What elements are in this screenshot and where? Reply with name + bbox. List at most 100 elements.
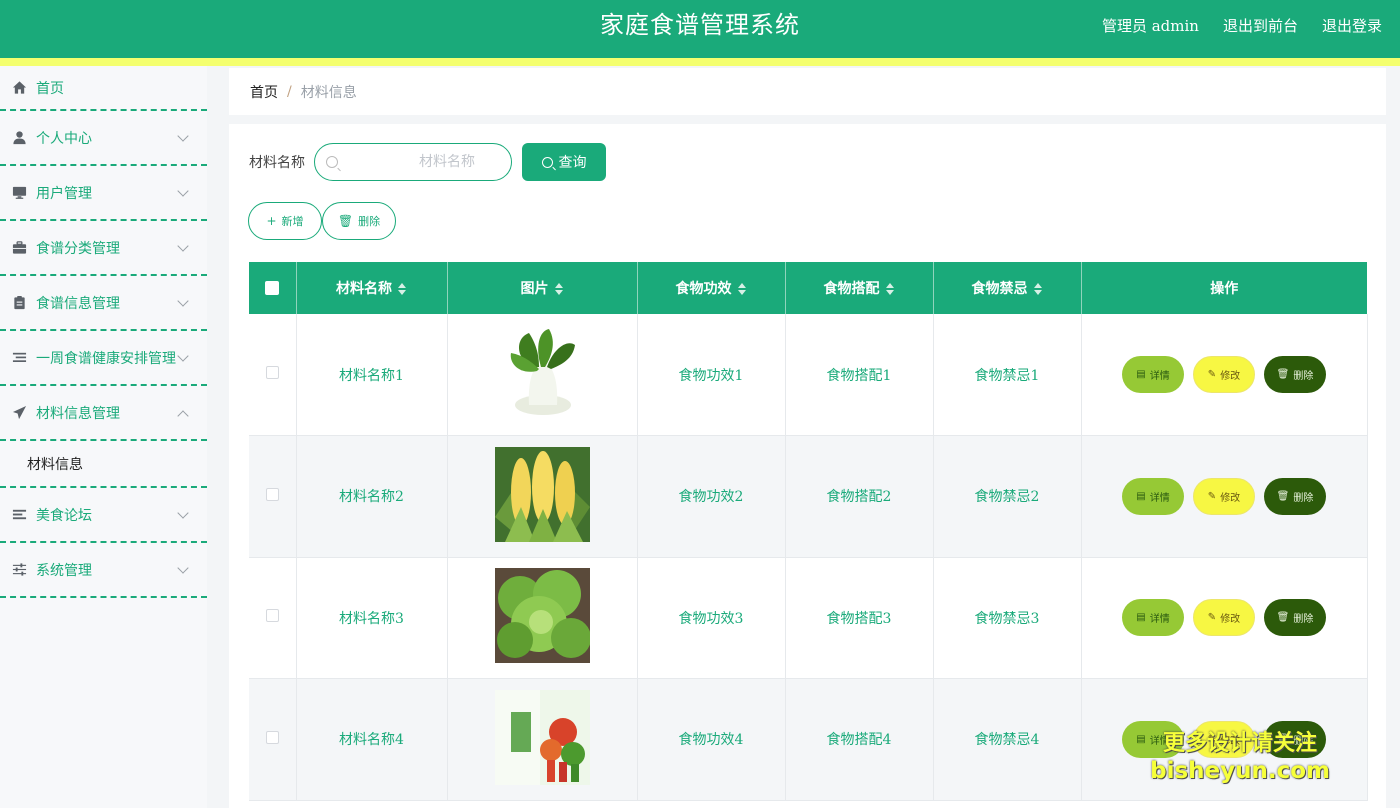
logout-link[interactable]: 退出登录	[1322, 15, 1382, 36]
cell-effect: 食物功效3	[637, 557, 786, 679]
briefcase-icon	[11, 240, 27, 256]
delete-button[interactable]: 🗑 删除	[1264, 356, 1326, 393]
search-icon	[326, 156, 338, 168]
sidebar-item-label: 用户管理	[36, 185, 92, 202]
column-header-effect[interactable]: 食物功效	[637, 262, 786, 314]
row-checkbox[interactable]	[265, 487, 279, 501]
column-header-operations: 操作	[1081, 262, 1367, 314]
cell-taboo: 食物禁忌3	[933, 557, 1082, 679]
add-button-label: 新增	[281, 215, 304, 228]
select-all-checkbox[interactable]	[265, 281, 280, 295]
material-image-lettuce	[494, 568, 590, 664]
batch-delete-button[interactable]: 🗑 删除	[322, 202, 396, 240]
document-icon: ▤	[1136, 369, 1146, 380]
detail-button[interactable]: ▤ 详情	[1122, 599, 1184, 637]
trash-icon: 🗑	[1276, 369, 1290, 380]
material-image-bok-choy	[494, 325, 590, 420]
document-icon: ▤	[1136, 733, 1146, 745]
sort-icon[interactable]	[554, 283, 564, 295]
column-header-image[interactable]: 图片	[447, 262, 638, 314]
sidebar-item-recipe-category[interactable]: 食谱分类管理	[0, 221, 207, 276]
cell-pairing: 食物搭配1	[785, 314, 934, 436]
query-button[interactable]: 查询	[522, 143, 606, 181]
trash-icon: 🗑	[1276, 490, 1290, 502]
monitor-icon	[11, 185, 27, 201]
sidebar-item-label: 食谱分类管理	[36, 240, 120, 257]
sidebar-item-food-forum[interactable]: 美食论坛	[0, 488, 207, 543]
chevron-down-icon	[177, 239, 189, 252]
column-header-name[interactable]: 材料名称	[296, 262, 448, 314]
sidebar-item-user-management[interactable]: 用户管理	[0, 166, 207, 221]
sidebar-item-system-management[interactable]: 系统管理	[0, 543, 207, 598]
user-icon	[11, 130, 27, 146]
sort-icon[interactable]	[1033, 283, 1043, 295]
sidebar-item-home[interactable]: 首页	[0, 66, 207, 111]
edit-icon: ✎	[1207, 612, 1217, 624]
add-button[interactable]: + 新增	[248, 202, 322, 240]
current-user: 管理员 admin	[1101, 16, 1199, 35]
sidebar-item-label: 首页	[36, 80, 64, 97]
exit-to-front-link[interactable]: 退出到前台	[1223, 15, 1298, 36]
sidebar-item-label: 材料信息管理	[36, 405, 120, 422]
row-checkbox[interactable]	[265, 730, 279, 744]
cell-taboo: 食物禁忌2	[933, 435, 1082, 558]
forum-icon	[11, 507, 27, 523]
sidebar-item-label: 系统管理	[36, 562, 92, 579]
sidebar-item-label: 一周食谱健康安排管理	[36, 350, 176, 367]
row-checkbox[interactable]	[265, 366, 279, 379]
cell-pairing: 食物搭配2	[785, 435, 934, 558]
top-header: 家庭食谱管理系统 管理员 admin 退出到前台 退出登录	[0, 0, 1400, 58]
table-row: 材料名称3 食物功效3 食物搭配3 食物禁忌3 ▤ 详情 ✎ 修改 🗑 删除	[249, 557, 1368, 679]
sort-icon[interactable]	[398, 283, 407, 295]
edit-button[interactable]: ✎ 修改	[1193, 599, 1255, 637]
search-input[interactable]	[343, 144, 503, 180]
cell-taboo: 食物禁忌4	[933, 678, 1082, 801]
edit-icon: ✎	[1207, 490, 1217, 502]
column-header-pairing[interactable]: 食物搭配	[785, 262, 934, 314]
search-box	[314, 143, 512, 181]
sidebar-item-label: 个人中心	[36, 130, 92, 147]
breadcrumb-home-link[interactable]: 首页	[250, 82, 278, 102]
sort-icon[interactable]	[737, 283, 747, 295]
watermark-line1: 更多设计请关注	[1163, 731, 1318, 756]
action-toolbar: + 新增 🗑 删除	[248, 202, 396, 240]
cell-pairing: 食物搭配4	[785, 678, 934, 801]
chevron-down-icon	[177, 184, 189, 197]
sidebar-item-weekly-plan[interactable]: 一周食谱健康安排管理	[0, 331, 207, 386]
detail-button[interactable]: ▤ 详情	[1122, 356, 1184, 393]
cell-name: 材料名称3	[296, 557, 448, 679]
clipboard-icon	[11, 295, 27, 311]
sidebar-subitem-label: 材料信息	[27, 456, 83, 473]
chevron-down-icon	[177, 561, 189, 574]
sort-icon[interactable]	[885, 283, 895, 295]
delete-button[interactable]: 🗑 删除	[1264, 599, 1326, 637]
header-accent-stripe	[0, 58, 1400, 66]
table-row: 材料名称1 食物功效1 食物搭配1 食物禁忌1 ▤ 详情 ✎ 修改 🗑 删除	[249, 314, 1368, 436]
row-operations: ▤ 详情 ✎ 修改 🗑 删除	[1082, 599, 1367, 637]
column-header-taboo[interactable]: 食物禁忌	[933, 262, 1082, 314]
sidebar-item-material-info-management[interactable]: 材料信息管理	[0, 386, 207, 441]
delete-button[interactable]: 🗑 删除	[1264, 477, 1326, 515]
material-image-vegetables-poster	[494, 689, 590, 785]
edit-button[interactable]: ✎ 修改	[1193, 477, 1255, 515]
edit-button[interactable]: ✎ 修改	[1193, 356, 1255, 393]
list-icon	[11, 350, 27, 366]
sidebar-item-recipe-info[interactable]: 食谱信息管理	[0, 276, 207, 331]
select-all-cell[interactable]	[249, 262, 297, 314]
row-operations: ▤ 详情 ✎ 修改 🗑 删除	[1082, 477, 1367, 515]
materials-table: 材料名称 图片 食物功效 食物搭配 食物禁忌 操作 材料名称1 食物功效1 食物…	[249, 262, 1368, 801]
sidebar-subitem-material-info[interactable]: 材料信息	[0, 441, 207, 488]
chevron-up-icon	[177, 409, 189, 422]
cell-taboo: 食物禁忌1	[933, 314, 1082, 436]
detail-button[interactable]: ▤ 详情	[1122, 477, 1184, 515]
batch-delete-label: 删除	[358, 215, 381, 228]
document-icon: ▤	[1136, 490, 1146, 502]
trash-icon: 🗑	[337, 214, 354, 228]
row-operations: ▤ 详情 ✎ 修改 🗑 删除	[1082, 356, 1367, 393]
trash-icon: 🗑	[1276, 612, 1290, 624]
sidebar-item-personal-center[interactable]: 个人中心	[0, 111, 207, 166]
header-actions: 管理员 admin 退出到前台 退出登录	[1102, 0, 1382, 50]
cell-pairing: 食物搭配3	[785, 557, 934, 679]
search-label: 材料名称	[249, 155, 305, 171]
row-checkbox[interactable]	[265, 609, 279, 623]
